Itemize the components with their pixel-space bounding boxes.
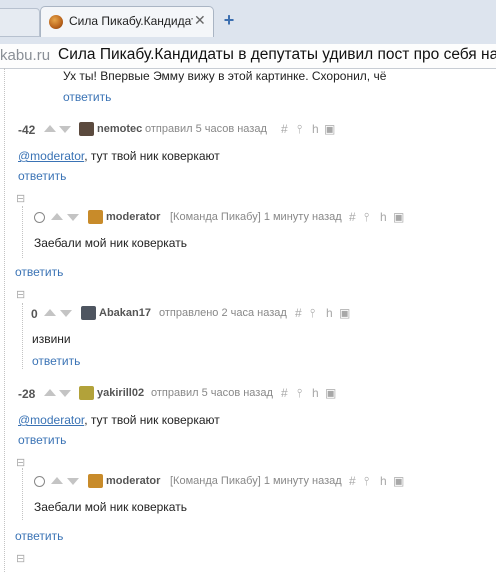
downvote-icon[interactable]: [67, 478, 79, 485]
pikabu-favicon-icon: [49, 15, 63, 29]
save-icon[interactable]: ▣: [324, 122, 335, 136]
comment-text: Заебали мой ник коверкать: [34, 500, 187, 514]
tab-active[interactable]: Сила Пикабу.Кандидат ✕: [40, 6, 214, 37]
downvote-icon[interactable]: [60, 310, 72, 317]
thread-line: [22, 468, 23, 520]
avatar[interactable]: [88, 474, 103, 488]
comment-body: @moderator, тут твой ник коверкают: [18, 411, 220, 429]
comment-text: , тут твой ник коверкают: [84, 413, 220, 427]
clock-icon: [34, 476, 45, 487]
avatar[interactable]: [88, 210, 103, 224]
reply-link[interactable]: ответить: [18, 433, 66, 447]
save-icon[interactable]: ▣: [339, 306, 350, 320]
upvote-icon[interactable]: [51, 213, 63, 220]
comment-meta: отправил 5 часов назад: [151, 387, 273, 399]
hash-icon[interactable]: #: [349, 210, 356, 224]
reply-link[interactable]: ответить: [32, 354, 80, 368]
close-tab-icon[interactable]: ✕: [194, 12, 206, 29]
pin-icon[interactable]: ⫯: [364, 474, 369, 489]
hash-icon[interactable]: #: [281, 122, 288, 136]
address-bar[interactable]: kabu.ru Сила Пикабу.Кандидаты в депутаты…: [0, 44, 496, 69]
avatar[interactable]: [81, 306, 96, 320]
pin-icon[interactable]: ⫯: [297, 122, 302, 137]
collapse-icon[interactable]: ⊟: [16, 456, 25, 469]
comment-meta: отправлено 2 часа назад: [159, 307, 287, 319]
save-icon[interactable]: ▣: [393, 474, 404, 488]
reply-link[interactable]: ответить: [63, 90, 111, 104]
hash-icon[interactable]: #: [349, 474, 356, 488]
comment-text: Ух ты! Впервые Эмму вижу в этой картинке…: [63, 69, 387, 83]
branch-icon[interactable]: h: [380, 474, 387, 488]
hash-icon[interactable]: #: [281, 386, 288, 400]
upvote-icon[interactable]: [44, 309, 56, 316]
downvote-icon[interactable]: [59, 390, 71, 397]
save-icon[interactable]: ▣: [393, 210, 404, 224]
downvote-icon[interactable]: [67, 214, 79, 221]
username[interactable]: yakirill02: [97, 387, 144, 399]
collapse-icon[interactable]: ⊟: [16, 192, 25, 205]
comment-meta: отправил 5 часов назад: [145, 123, 267, 135]
mention-link[interactable]: @moderator: [18, 149, 84, 163]
downvote-icon[interactable]: [59, 126, 71, 133]
comment-rating: 0: [31, 307, 38, 321]
collapse-icon[interactable]: ⊟: [16, 552, 25, 565]
username[interactable]: Abakan17: [99, 307, 151, 319]
thread-line: [22, 303, 23, 369]
branch-icon[interactable]: h: [312, 122, 319, 136]
upvote-icon[interactable]: [51, 477, 63, 484]
username[interactable]: nemotec: [97, 123, 142, 135]
comment-text: извини: [32, 332, 71, 346]
branch-icon[interactable]: h: [380, 210, 387, 224]
comment-text: Заебали мой ник коверкать: [34, 236, 187, 250]
reply-link[interactable]: ответить: [15, 529, 63, 543]
comment-body: @moderator, тут твой ник коверкают: [18, 147, 220, 165]
branch-icon[interactable]: h: [326, 306, 333, 320]
avatar[interactable]: [79, 386, 94, 400]
comment-text: , тут твой ник коверкают: [84, 149, 220, 163]
comment-rating: -42: [18, 123, 36, 137]
clock-icon: [34, 212, 45, 223]
avatar[interactable]: [79, 122, 94, 136]
pin-icon[interactable]: ⫯: [364, 210, 369, 225]
comment-rating: -28: [18, 387, 36, 401]
collapse-icon[interactable]: ⊟: [16, 288, 25, 301]
address-domain: kabu.ru: [0, 47, 51, 64]
pin-icon[interactable]: ⫯: [297, 386, 302, 401]
save-icon[interactable]: ▣: [325, 386, 336, 400]
comment-meta: [Команда Пикабу] 1 минуту назад: [170, 211, 342, 223]
upvote-icon[interactable]: [44, 125, 56, 132]
hash-icon[interactable]: #: [295, 306, 302, 320]
tab-title: Сила Пикабу.Кандидат: [69, 14, 193, 28]
thread-line: [22, 206, 23, 258]
username[interactable]: moderator: [106, 211, 160, 223]
new-tab-button[interactable]: +: [217, 10, 241, 32]
reply-link[interactable]: ответить: [15, 265, 63, 279]
page-title: Сила Пикабу.Кандидаты в депутаты удивил …: [58, 46, 496, 63]
upvote-icon[interactable]: [44, 389, 56, 396]
username[interactable]: moderator: [106, 475, 160, 487]
thread-line: [4, 68, 5, 572]
pin-icon[interactable]: ⫯: [310, 306, 315, 321]
tab-previous[interactable]: [0, 8, 40, 37]
branch-icon[interactable]: h: [312, 386, 319, 400]
reply-link[interactable]: ответить: [18, 169, 66, 183]
comment-meta: [Команда Пикабу] 1 минуту назад: [170, 475, 342, 487]
mention-link[interactable]: @moderator: [18, 413, 84, 427]
